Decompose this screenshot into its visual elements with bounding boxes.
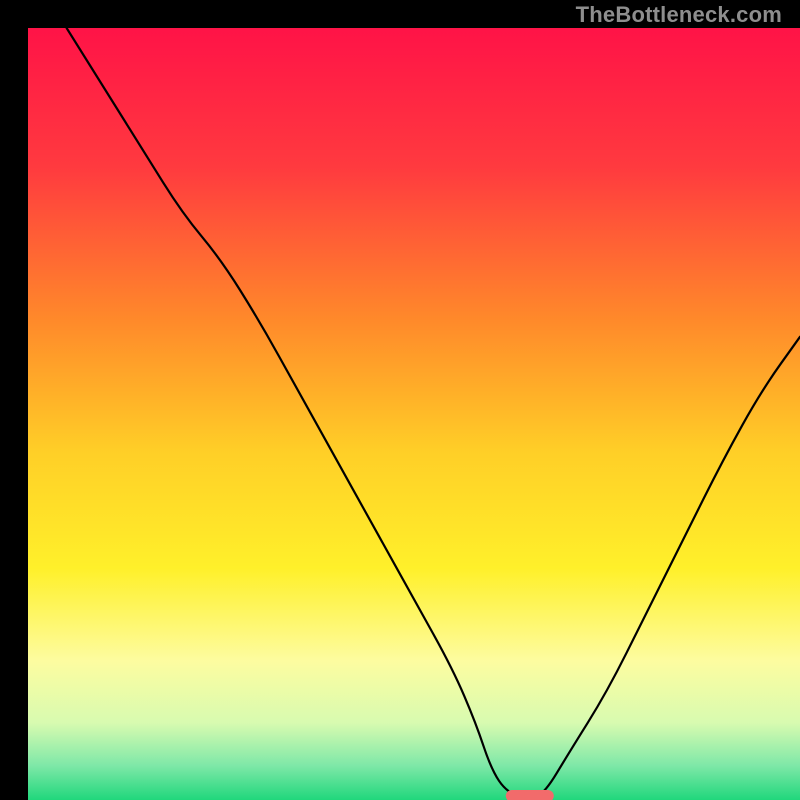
gradient-background — [28, 28, 800, 800]
plot-area — [28, 28, 800, 800]
bottleneck-chart — [28, 28, 800, 800]
optimal-marker — [506, 790, 554, 800]
watermark-text: TheBottleneck.com — [576, 2, 782, 28]
chart-frame — [14, 14, 786, 786]
